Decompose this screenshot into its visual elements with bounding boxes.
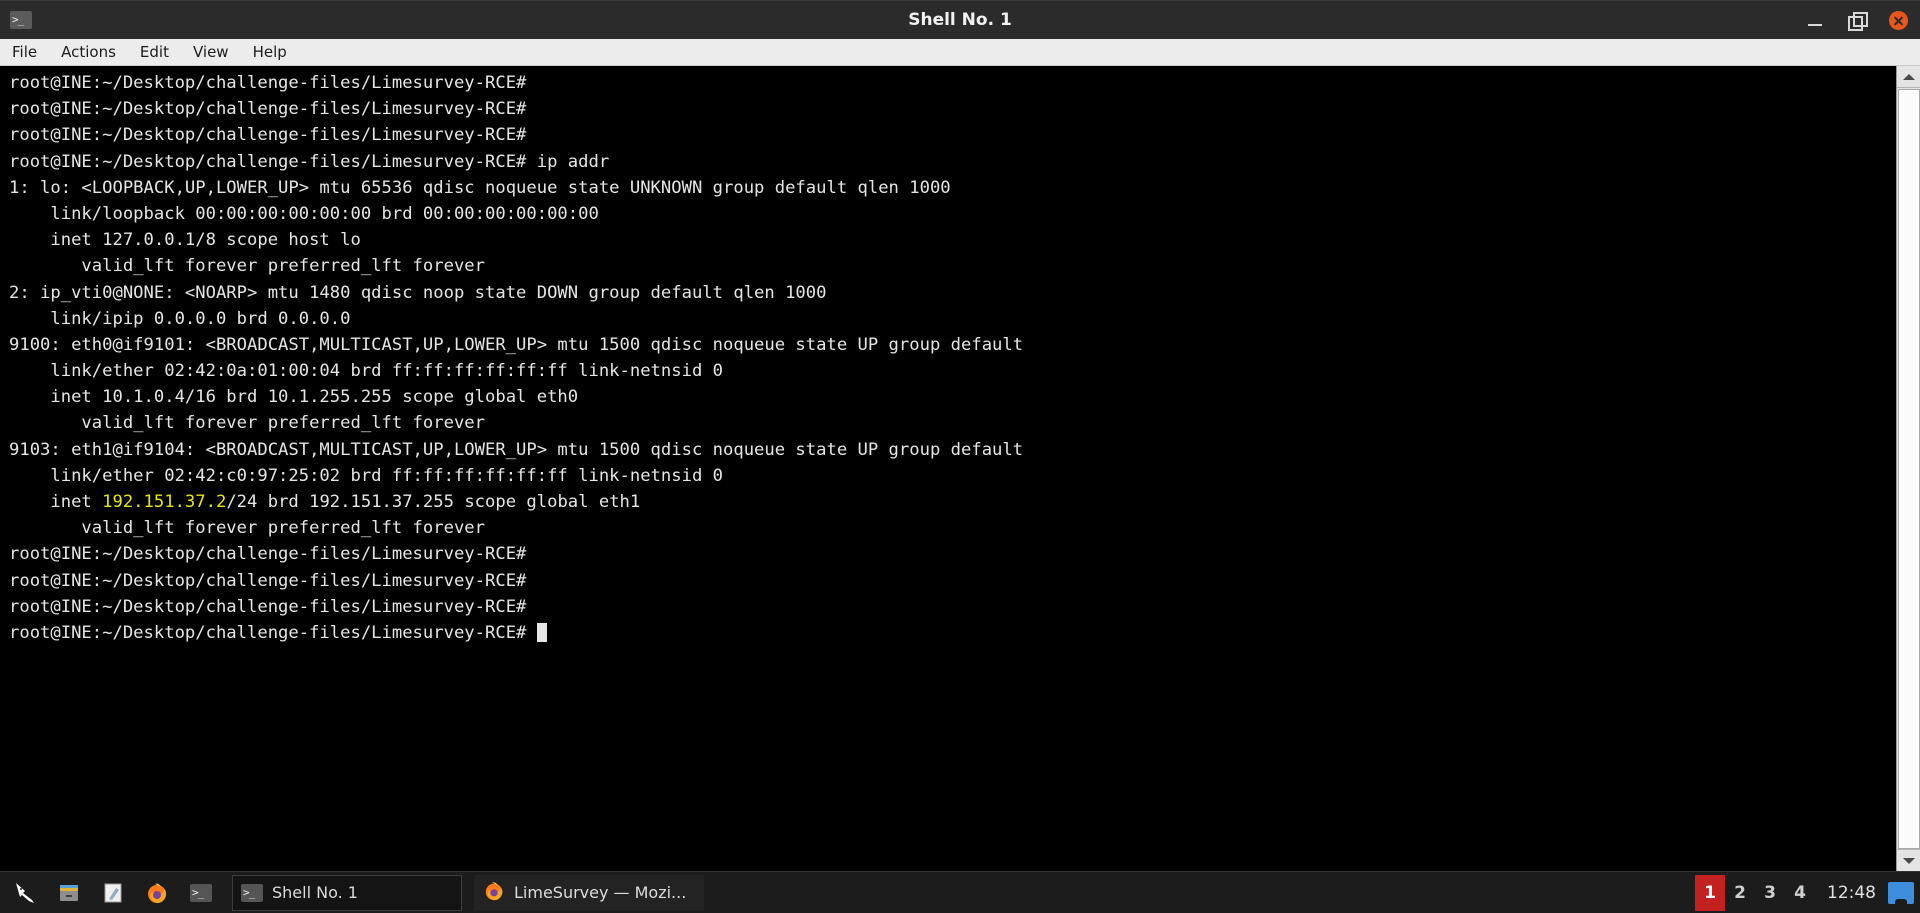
terminal-line: inet 192.151.37.2/24 brd 192.151.37.255 … — [9, 492, 641, 512]
window-title: Shell No. 1 — [908, 10, 1012, 30]
highlighted-ip: 192.151.37.2 — [102, 492, 227, 512]
terminal-line: inet 10.1.0.4/16 brd 10.1.255.255 scope … — [9, 387, 579, 408]
menu-item-view[interactable]: View — [181, 39, 241, 66]
task-button-label: Shell No. 1 — [272, 883, 358, 902]
terminal-line: 9100: eth0@if9101: <BROADCAST,MULTICAST,… — [9, 334, 1024, 355]
task-button-shell[interactable]: Shell No. 1 — [232, 874, 462, 911]
terminal-lines: root@INE:~/Desktop/challenge-files/Limes… — [0, 70, 1896, 646]
window-controls — [1805, 1, 1908, 40]
workspace-3[interactable]: 3 — [1755, 875, 1785, 911]
terminal-output-area[interactable]: root@INE:~/Desktop/challenge-files/Limes… — [0, 66, 1896, 871]
terminal-line: valid_lft forever preferred_lft forever — [9, 518, 485, 539]
clock[interactable]: 12:48 — [1815, 883, 1888, 903]
terminal-line: valid_lft forever preferred_lft forever — [9, 256, 485, 277]
menubar: File Actions Edit View Help — [0, 39, 1920, 66]
workspace-2[interactable]: 2 — [1725, 875, 1755, 911]
terminal-line: root@INE:~/Desktop/challenge-files/Limes… — [9, 596, 527, 617]
terminal-prompt: root@INE:~/Desktop/challenge-files/Limes… — [9, 622, 537, 643]
terminal-line: 9103: eth1@if9104: <BROADCAST,MULTICAST,… — [9, 439, 1024, 460]
terminal-icon[interactable] — [182, 874, 220, 912]
terminal-line: valid_lft forever preferred_lft forever — [9, 413, 485, 434]
terminal-line: root@INE:~/Desktop/challenge-files/Limes… — [9, 570, 527, 591]
system-tray: 1 2 3 4 12:48 — [1695, 872, 1920, 913]
window-titlebar[interactable]: Shell No. 1 — [0, 0, 1920, 39]
terminal-icon — [241, 883, 263, 902]
maximize-icon[interactable] — [1847, 11, 1868, 31]
workspace-1[interactable]: 1 — [1695, 874, 1725, 911]
network-icon[interactable] — [1888, 881, 1914, 904]
terminal-line: root@INE:~/Desktop/challenge-files/Limes… — [9, 125, 527, 146]
terminal-line: inet 127.0.0.1/8 scope host lo — [9, 230, 361, 251]
terminal-line: 2: ip_vti0@NONE: <NOARP> mtu 1480 qdisc … — [9, 282, 827, 303]
terminal-scrollbar[interactable] — [1896, 66, 1920, 871]
terminal-line: root@INE:~/Desktop/challenge-files/Limes… — [9, 620, 1896, 646]
scroll-down-icon[interactable] — [1897, 849, 1920, 871]
text-editor-icon[interactable] — [94, 874, 132, 912]
terminal-icon — [10, 11, 32, 29]
terminal-line: 1: lo: <LOOPBACK,UP,LOWER_UP> mtu 65536 … — [9, 177, 951, 198]
menu-item-actions[interactable]: Actions — [49, 39, 128, 66]
task-button-limesurvey[interactable]: LimeSurvey — Mozi... — [474, 874, 704, 911]
menu-item-help[interactable]: Help — [241, 39, 299, 66]
terminal-line: link/loopback 00:00:00:00:00:00 brd 00:0… — [9, 203, 599, 224]
terminal-cursor — [536, 622, 547, 642]
menu-item-file[interactable]: File — [0, 39, 49, 66]
file-manager-icon[interactable] — [50, 874, 88, 912]
terminal-line: link/ether 02:42:c0:97:25:02 brd ff:ff:f… — [9, 465, 723, 486]
firefox-icon — [483, 880, 505, 906]
close-icon[interactable] — [1889, 11, 1908, 30]
scrollbar-thumb[interactable] — [1898, 89, 1920, 849]
desktop-screen: Shell No. 1 File Actions Edit View Help … — [0, 0, 1920, 913]
firefox-icon[interactable] — [138, 874, 176, 912]
terminal-line: root@INE:~/Desktop/challenge-files/Limes… — [9, 73, 527, 93]
terminal-line: root@INE:~/Desktop/challenge-files/Limes… — [9, 151, 610, 172]
task-button-label: LimeSurvey — Mozi... — [514, 883, 687, 902]
terminal-line: link/ipip 0.0.0.0 brd 0.0.0.0 — [9, 308, 351, 329]
menu-item-edit[interactable]: Edit — [128, 39, 181, 66]
terminal-line: link/ether 02:42:0a:01:00:04 brd ff:ff:f… — [9, 361, 723, 382]
terminal-line: root@INE:~/Desktop/challenge-files/Limes… — [9, 99, 527, 120]
taskbar: Shell No. 1 LimeSurvey — Mozi... 1 2 3 4… — [0, 871, 1920, 913]
workspace-4[interactable]: 4 — [1785, 875, 1815, 911]
scroll-up-icon[interactable] — [1897, 66, 1920, 88]
minimize-icon[interactable] — [1805, 11, 1825, 31]
terminal-line: root@INE:~/Desktop/challenge-files/Limes… — [9, 544, 527, 565]
kali-menu-icon[interactable] — [6, 874, 44, 912]
